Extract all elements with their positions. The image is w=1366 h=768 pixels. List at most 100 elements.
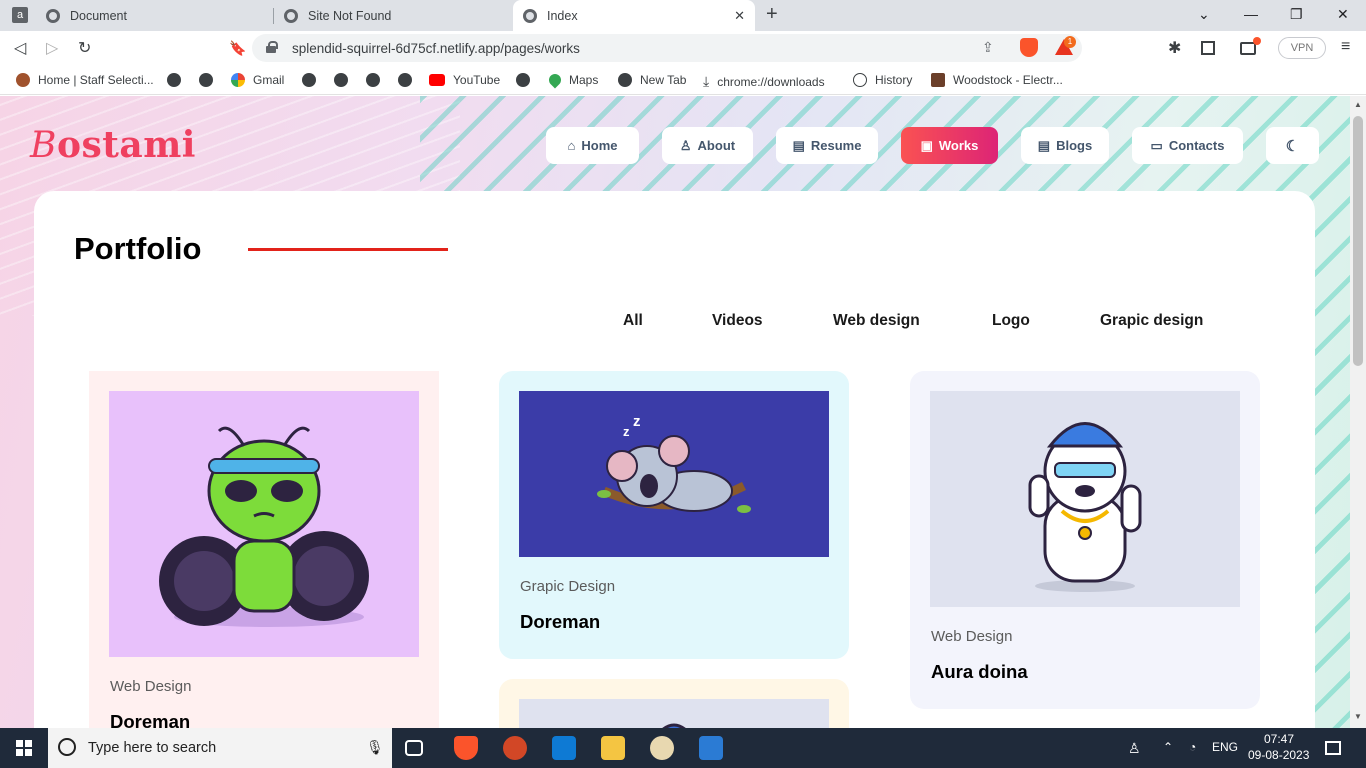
filter-videos[interactable]: Videos xyxy=(712,312,763,330)
filter-all[interactable]: All xyxy=(623,312,643,330)
bookmark-globe-5[interactable] xyxy=(366,73,388,87)
tab-search-chevron-icon[interactable]: ⌄ xyxy=(1198,6,1210,23)
taskbar-search-box[interactable]: Type here to search 🎙 xyxy=(48,728,392,768)
brave-shield-icon[interactable] xyxy=(1020,38,1038,57)
globe-icon xyxy=(302,73,316,87)
wallet-badge-icon xyxy=(1253,37,1261,45)
brave-browser-icon[interactable] xyxy=(454,736,478,760)
bookmark-globe-6[interactable] xyxy=(398,73,420,87)
user-icon: ♙ xyxy=(679,137,692,153)
microphone-icon[interactable]: 🎙 xyxy=(366,739,384,756)
bookmark-globe-1[interactable] xyxy=(167,73,189,87)
dark-mode-toggle[interactable]: ☾ xyxy=(1266,127,1319,164)
filter-web-design[interactable]: Web design xyxy=(833,312,920,330)
site-logo[interactable]: Bostami xyxy=(30,124,196,166)
language-indicator[interactable]: ENG xyxy=(1212,740,1238,754)
bookmark-label: Gmail xyxy=(253,73,285,87)
app-icon[interactable]: a xyxy=(12,7,28,23)
koala-illustration[interactable]: z z xyxy=(519,391,829,557)
portfolio-thumbnail[interactable] xyxy=(519,699,829,728)
network-icon[interactable]: ◔ xyxy=(1189,740,1196,754)
photos-icon[interactable] xyxy=(699,736,723,760)
bookmark-globe-7[interactable] xyxy=(516,73,538,87)
forward-icon[interactable]: ▷ xyxy=(46,38,58,58)
nav-resume[interactable]: ▤ Resume xyxy=(776,127,878,164)
nav-works[interactable]: ▣ Works xyxy=(901,127,998,164)
scroll-up-icon[interactable]: ▲ xyxy=(1354,100,1362,109)
alien-weightlifter-image xyxy=(159,426,369,627)
vscode-icon[interactable] xyxy=(552,736,576,760)
nav-about[interactable]: ♙ About xyxy=(662,127,753,164)
clock-time[interactable]: 07:47 xyxy=(1264,732,1294,746)
bookmark-icon[interactable]: 🔖 xyxy=(229,40,246,57)
history-icon xyxy=(853,73,867,87)
page-scrollbar[interactable]: ▲ ▼ xyxy=(1350,96,1366,728)
scrollbar-thumb[interactable] xyxy=(1353,116,1363,366)
filter-logo[interactable]: Logo xyxy=(992,312,1030,330)
people-icon[interactable]: ♙ xyxy=(1128,740,1141,757)
lock-icon xyxy=(266,41,278,53)
youtube-icon xyxy=(429,74,445,86)
bookmark-globe-3[interactable] xyxy=(302,73,324,87)
bookmark-youtube[interactable]: YouTube xyxy=(429,73,500,87)
task-view-icon[interactable] xyxy=(405,740,423,756)
bookmark-new-tab[interactable]: New Tab xyxy=(618,73,686,87)
bookmark-downloads[interactable]: ⤓ chrome://downloads xyxy=(703,73,825,90)
bookmark-woodstock[interactable]: Woodstock - Electr... xyxy=(931,73,1063,87)
vpn-button[interactable]: VPN xyxy=(1278,37,1326,59)
file-explorer-icon[interactable] xyxy=(601,736,625,760)
sleeping-koala-image: z z xyxy=(597,413,751,513)
bookmark-label: Woodstock - Electr... xyxy=(953,73,1063,87)
woodstock-thumbnail-icon xyxy=(931,73,945,87)
extensions-icon[interactable]: ✱ xyxy=(1168,38,1181,58)
windows-start-icon[interactable] xyxy=(16,740,32,756)
sidebar-icon[interactable] xyxy=(1201,41,1215,55)
item-name: Doreman xyxy=(110,711,191,728)
nav-contacts[interactable]: ▭ Contacts xyxy=(1132,127,1243,164)
powerpoint-icon[interactable] xyxy=(503,736,527,760)
svg-text:z: z xyxy=(623,424,630,439)
nav-label: Resume xyxy=(810,138,862,153)
clock-date[interactable]: 09-08-2023 xyxy=(1248,748,1309,762)
bookmark-maps[interactable]: Maps xyxy=(546,71,598,89)
scroll-down-icon[interactable]: ▼ xyxy=(1354,712,1362,721)
filter-graphic-design[interactable]: Grapic design xyxy=(1100,312,1203,330)
minimize-icon[interactable]: — xyxy=(1244,6,1258,22)
maximize-icon[interactable]: ❐ xyxy=(1290,6,1303,23)
share-icon[interactable]: ⇪ xyxy=(982,39,994,56)
portfolio-item[interactable]: Web Design Aura doina xyxy=(910,371,1260,709)
back-icon[interactable]: ◁ xyxy=(14,38,26,58)
reload-icon[interactable]: ↻ xyxy=(78,38,91,58)
browser-toolbar: ◁ ▷ ↻ 🔖 splendid-squirrel-6d75cf.netlify… xyxy=(0,31,1366,65)
close-window-icon[interactable]: ✕ xyxy=(1337,6,1349,23)
bookmark-history[interactable]: History xyxy=(853,73,912,87)
url-text[interactable]: splendid-squirrel-6d75cf.netlify.app/pag… xyxy=(292,41,580,56)
tab-document[interactable]: Document xyxy=(36,0,272,31)
nav-label: Contacts xyxy=(1168,138,1225,153)
nav-label: About xyxy=(697,138,736,153)
alien-illustration[interactable] xyxy=(109,391,419,657)
polar-bear-illustration[interactable] xyxy=(930,391,1240,607)
portfolio-item[interactable] xyxy=(499,679,849,728)
close-tab-icon[interactable]: ✕ xyxy=(734,8,745,24)
page-title: Portfolio xyxy=(74,231,202,266)
menu-icon[interactable]: ≡ xyxy=(1341,38,1350,56)
paint-icon[interactable] xyxy=(650,736,674,760)
nav-blogs[interactable]: ▤ Blogs xyxy=(1021,127,1109,164)
globe-icon xyxy=(516,73,530,87)
address-bar[interactable]: splendid-squirrel-6d75cf.netlify.app/pag… xyxy=(252,34,1082,62)
bookmark-globe-2[interactable] xyxy=(199,73,221,87)
bookmark-globe-4[interactable] xyxy=(334,73,356,87)
tab-index[interactable]: Index ✕ xyxy=(513,0,755,31)
page-viewport: Bostami ⌂ Home ♙ About ▤ Resume ▣ Works ▤ Blo… xyxy=(0,96,1350,728)
bookmark-staff-selection[interactable]: Home | Staff Selecti... xyxy=(16,73,154,87)
notifications-icon[interactable] xyxy=(1325,741,1341,755)
bookmark-gmail[interactable]: Gmail xyxy=(231,73,284,87)
show-hidden-icons-icon[interactable]: ⌃ xyxy=(1163,740,1173,754)
portfolio-item[interactable]: Web Design Doreman xyxy=(89,371,439,728)
portfolio-item[interactable]: z z Grapic Design Doreman xyxy=(499,371,849,659)
tab-site-not-found[interactable]: Site Not Found xyxy=(274,0,510,31)
logo-initial: B xyxy=(30,125,57,166)
nav-home[interactable]: ⌂ Home xyxy=(546,127,639,164)
new-tab-button[interactable]: + xyxy=(766,3,778,26)
